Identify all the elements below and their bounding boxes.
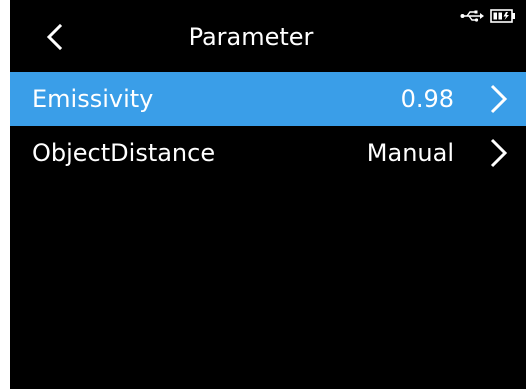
row-label: ObjectDistance [32,139,216,167]
usb-icon [460,10,484,22]
header-bar: Parameter [10,0,526,70]
row-value: Manual [366,139,454,167]
row-value: 0.98 [400,85,454,113]
battery-charging-icon [490,9,515,23]
chevron-right-icon [490,84,508,114]
chevron-right-icon [490,138,508,168]
device-screen: Parameter Emissivity 0.98 ObjectDistance… [10,0,526,389]
row-label: Emissivity [32,85,154,113]
list-item-object-distance[interactable]: ObjectDistance Manual [10,126,526,180]
status-bar [460,6,516,26]
page-title: Parameter [188,23,314,51]
list-item-emissivity[interactable]: Emissivity 0.98 [10,72,526,126]
parameter-list: Emissivity 0.98 ObjectDistance Manual [10,72,526,180]
